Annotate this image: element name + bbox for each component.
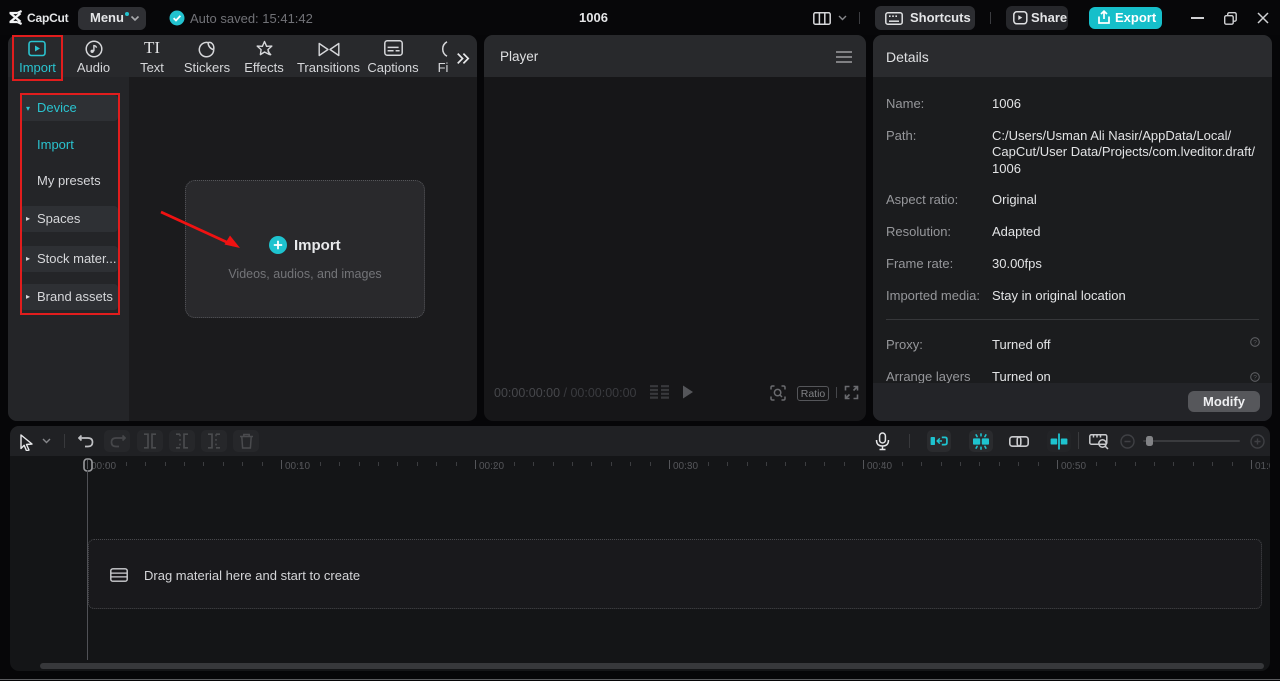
svg-text:?: ? xyxy=(1253,374,1257,381)
svg-text:?: ? xyxy=(1253,339,1257,346)
